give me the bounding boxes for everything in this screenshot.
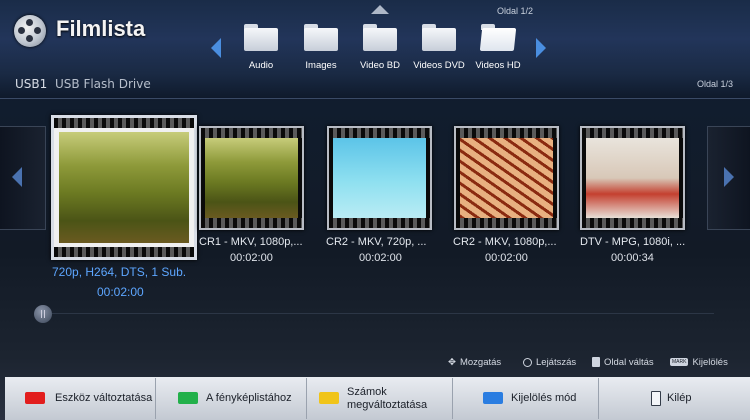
red-key-icon xyxy=(25,392,45,404)
yellow-key-icon xyxy=(319,392,339,404)
red-button-change-device[interactable]: Eszköz változtatása xyxy=(10,378,156,419)
category-label: Video BD xyxy=(360,60,400,71)
file-thumbnail[interactable] xyxy=(454,126,559,230)
file-thumbnail[interactable] xyxy=(580,126,685,230)
category-videos-dvd[interactable]: Videos DVD xyxy=(409,24,469,79)
category-label: Videos HD xyxy=(475,60,521,71)
file-duration: 00:02:00 xyxy=(230,252,273,264)
device-name: USB Flash Drive xyxy=(55,77,151,91)
hint-label: Oldal váltás xyxy=(604,357,654,368)
exit-button[interactable]: Kilép xyxy=(599,378,749,419)
category-label: Audio xyxy=(248,60,274,71)
device-id: USB1 xyxy=(15,77,48,91)
button-label: Kijelölés mód xyxy=(511,392,577,404)
folder-icon xyxy=(422,24,456,51)
yellow-button-change-numbers[interactable]: Számok megváltoztatása xyxy=(307,378,453,419)
folder-icon xyxy=(244,24,278,51)
category-audio[interactable]: Audio xyxy=(231,24,291,79)
file-info: CR1 - MKV, 1080p,... xyxy=(199,236,303,248)
file-thumbnail-selected[interactable] xyxy=(51,115,197,260)
video-preview-jungle xyxy=(205,138,298,218)
hint-move: ✥ Mozgatás xyxy=(448,357,501,368)
file-thumbnail[interactable] xyxy=(327,126,432,230)
ok-dot-icon xyxy=(523,357,532,367)
left-arrow-icon xyxy=(12,167,22,187)
category-video-bd[interactable]: Video BD xyxy=(350,24,410,79)
page-icon xyxy=(592,357,600,368)
scroll-up-arrow-icon[interactable] xyxy=(371,5,389,14)
file-duration: 00:00:34 xyxy=(611,252,654,264)
hint-label: Lejátszás xyxy=(536,357,577,368)
file-info: 720p, H264, DTS, 1 Sub. xyxy=(52,265,187,279)
category-label: Videos DVD xyxy=(413,60,465,71)
category-page-indicator: Oldal 1/2 xyxy=(497,6,534,16)
category-next-arrow-icon[interactable] xyxy=(536,38,546,58)
hint-label: Mozgatás xyxy=(459,357,502,369)
category-videos-hd[interactable]: Videos HD xyxy=(468,24,528,79)
category-images[interactable]: Images xyxy=(291,24,351,79)
video-preview-jungle xyxy=(59,132,189,243)
folder-icon xyxy=(304,24,338,51)
file-info: DTV - MPG, 1080i, ... xyxy=(580,236,686,248)
button-label-line2: megváltoztatása xyxy=(347,398,428,411)
page-title: Filmlista xyxy=(56,16,146,41)
mark-icon: MARK xyxy=(670,358,689,367)
hint-mark: MARK Kijelölés xyxy=(670,357,728,368)
file-info: CR2 - MKV, 1080p,... xyxy=(453,236,557,248)
green-button-photo-list[interactable]: A fényképlistához xyxy=(156,378,307,419)
blue-button-selection-mode[interactable]: Kijelölés mód xyxy=(453,378,599,419)
file-duration: 00:02:00 xyxy=(485,252,528,264)
hint-play: Lejátszás xyxy=(523,357,576,368)
file-duration: 00:02:00 xyxy=(97,285,144,299)
category-label: Images xyxy=(305,60,337,71)
exit-icon xyxy=(651,391,661,406)
button-label: Kilép xyxy=(667,392,692,404)
film-reel-logo-icon xyxy=(14,15,46,47)
green-key-icon xyxy=(178,392,198,404)
folder-icon xyxy=(363,24,397,51)
file-page-indicator: Oldal 1/3 xyxy=(697,79,734,89)
video-preview-tv-studio xyxy=(586,138,679,218)
hint-page: Oldal váltás xyxy=(592,357,654,368)
button-label-line1: Számok xyxy=(347,385,387,398)
blue-key-icon xyxy=(483,392,503,404)
hint-label: Kijelölés xyxy=(692,357,728,368)
files-next-button[interactable] xyxy=(707,126,750,230)
folder-open-icon xyxy=(479,24,517,51)
video-preview-sky xyxy=(333,138,426,218)
scrollbar-track[interactable] xyxy=(34,313,714,314)
button-label: A fényképlistához xyxy=(206,392,292,404)
file-info: CR2 - MKV, 720p, ... xyxy=(326,236,427,248)
button-label: Eszköz változtatása xyxy=(55,392,153,404)
category-prev-arrow-icon[interactable] xyxy=(211,38,221,58)
dpad-icon: ✥ xyxy=(448,357,456,368)
scrollbar-knob[interactable] xyxy=(34,305,52,323)
right-arrow-icon xyxy=(724,167,734,187)
file-thumbnail[interactable] xyxy=(199,126,304,230)
video-preview-structure xyxy=(460,138,553,218)
files-prev-button[interactable] xyxy=(0,126,46,230)
file-duration: 00:02:00 xyxy=(359,252,402,264)
